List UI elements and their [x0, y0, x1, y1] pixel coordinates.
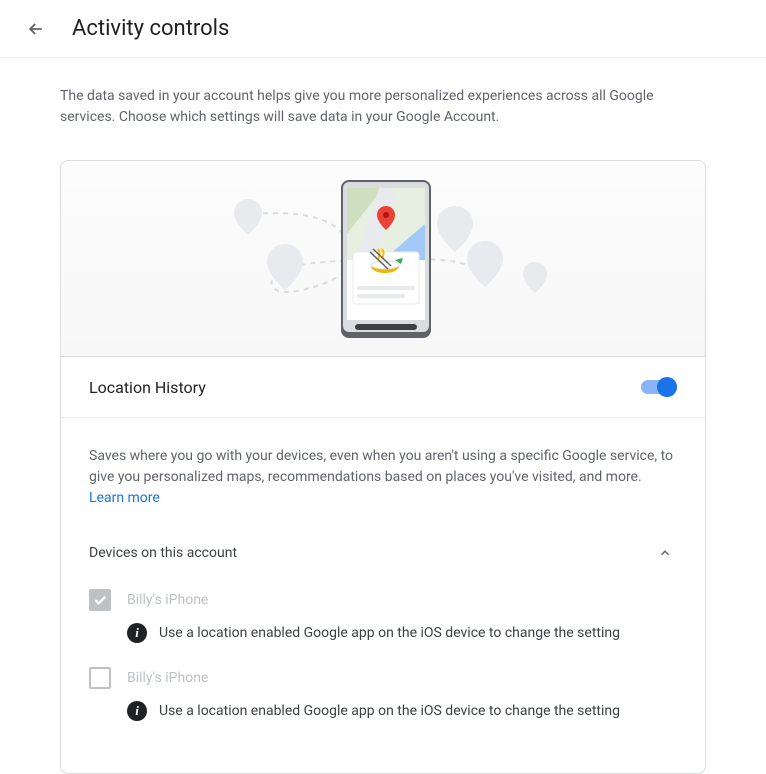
back-arrow-icon[interactable] [24, 17, 48, 41]
hint-text: Use a location enabled Google app on the… [159, 703, 620, 719]
section-header: Location History [61, 357, 705, 418]
page-header: Activity controls [0, 0, 766, 58]
device-hint: i Use a location enabled Google app on t… [127, 623, 677, 643]
device-hint: i Use a location enabled Google app on t… [127, 701, 677, 721]
device-main: Billy's iPhone [89, 589, 677, 611]
section-description: Saves where you go with your devices, ev… [89, 446, 677, 509]
device-row: Billy's iPhone i Use a location enabled … [89, 589, 677, 643]
description-text: Saves where you go with your devices, ev… [89, 448, 673, 485]
chevron-up-icon[interactable] [653, 541, 677, 565]
info-icon: i [127, 623, 147, 643]
device-checkbox[interactable] [89, 589, 111, 611]
intro-text: The data saved in your account helps giv… [60, 86, 706, 128]
device-name: Billy's iPhone [127, 670, 208, 686]
learn-more-link[interactable]: Learn more [89, 490, 160, 506]
section-body: Saves where you go with your devices, ev… [61, 418, 705, 773]
location-history-card: Location History Saves where you go with… [60, 160, 706, 774]
page-title: Activity controls [72, 16, 229, 41]
device-name: Billy's iPhone [127, 592, 208, 608]
devices-title: Devices on this account [89, 545, 237, 561]
info-icon: i [127, 701, 147, 721]
device-main: Billy's iPhone [89, 667, 677, 689]
location-history-toggle[interactable] [641, 377, 677, 397]
devices-header[interactable]: Devices on this account [89, 541, 677, 565]
content-area: The data saved in your account helps giv… [0, 58, 766, 774]
device-checkbox[interactable] [89, 667, 111, 689]
device-row: Billy's iPhone i Use a location enabled … [89, 667, 677, 721]
phone-map-illustration [173, 174, 593, 344]
illustration-area [61, 161, 705, 357]
section-title: Location History [89, 378, 206, 397]
hint-text: Use a location enabled Google app on the… [159, 625, 620, 641]
